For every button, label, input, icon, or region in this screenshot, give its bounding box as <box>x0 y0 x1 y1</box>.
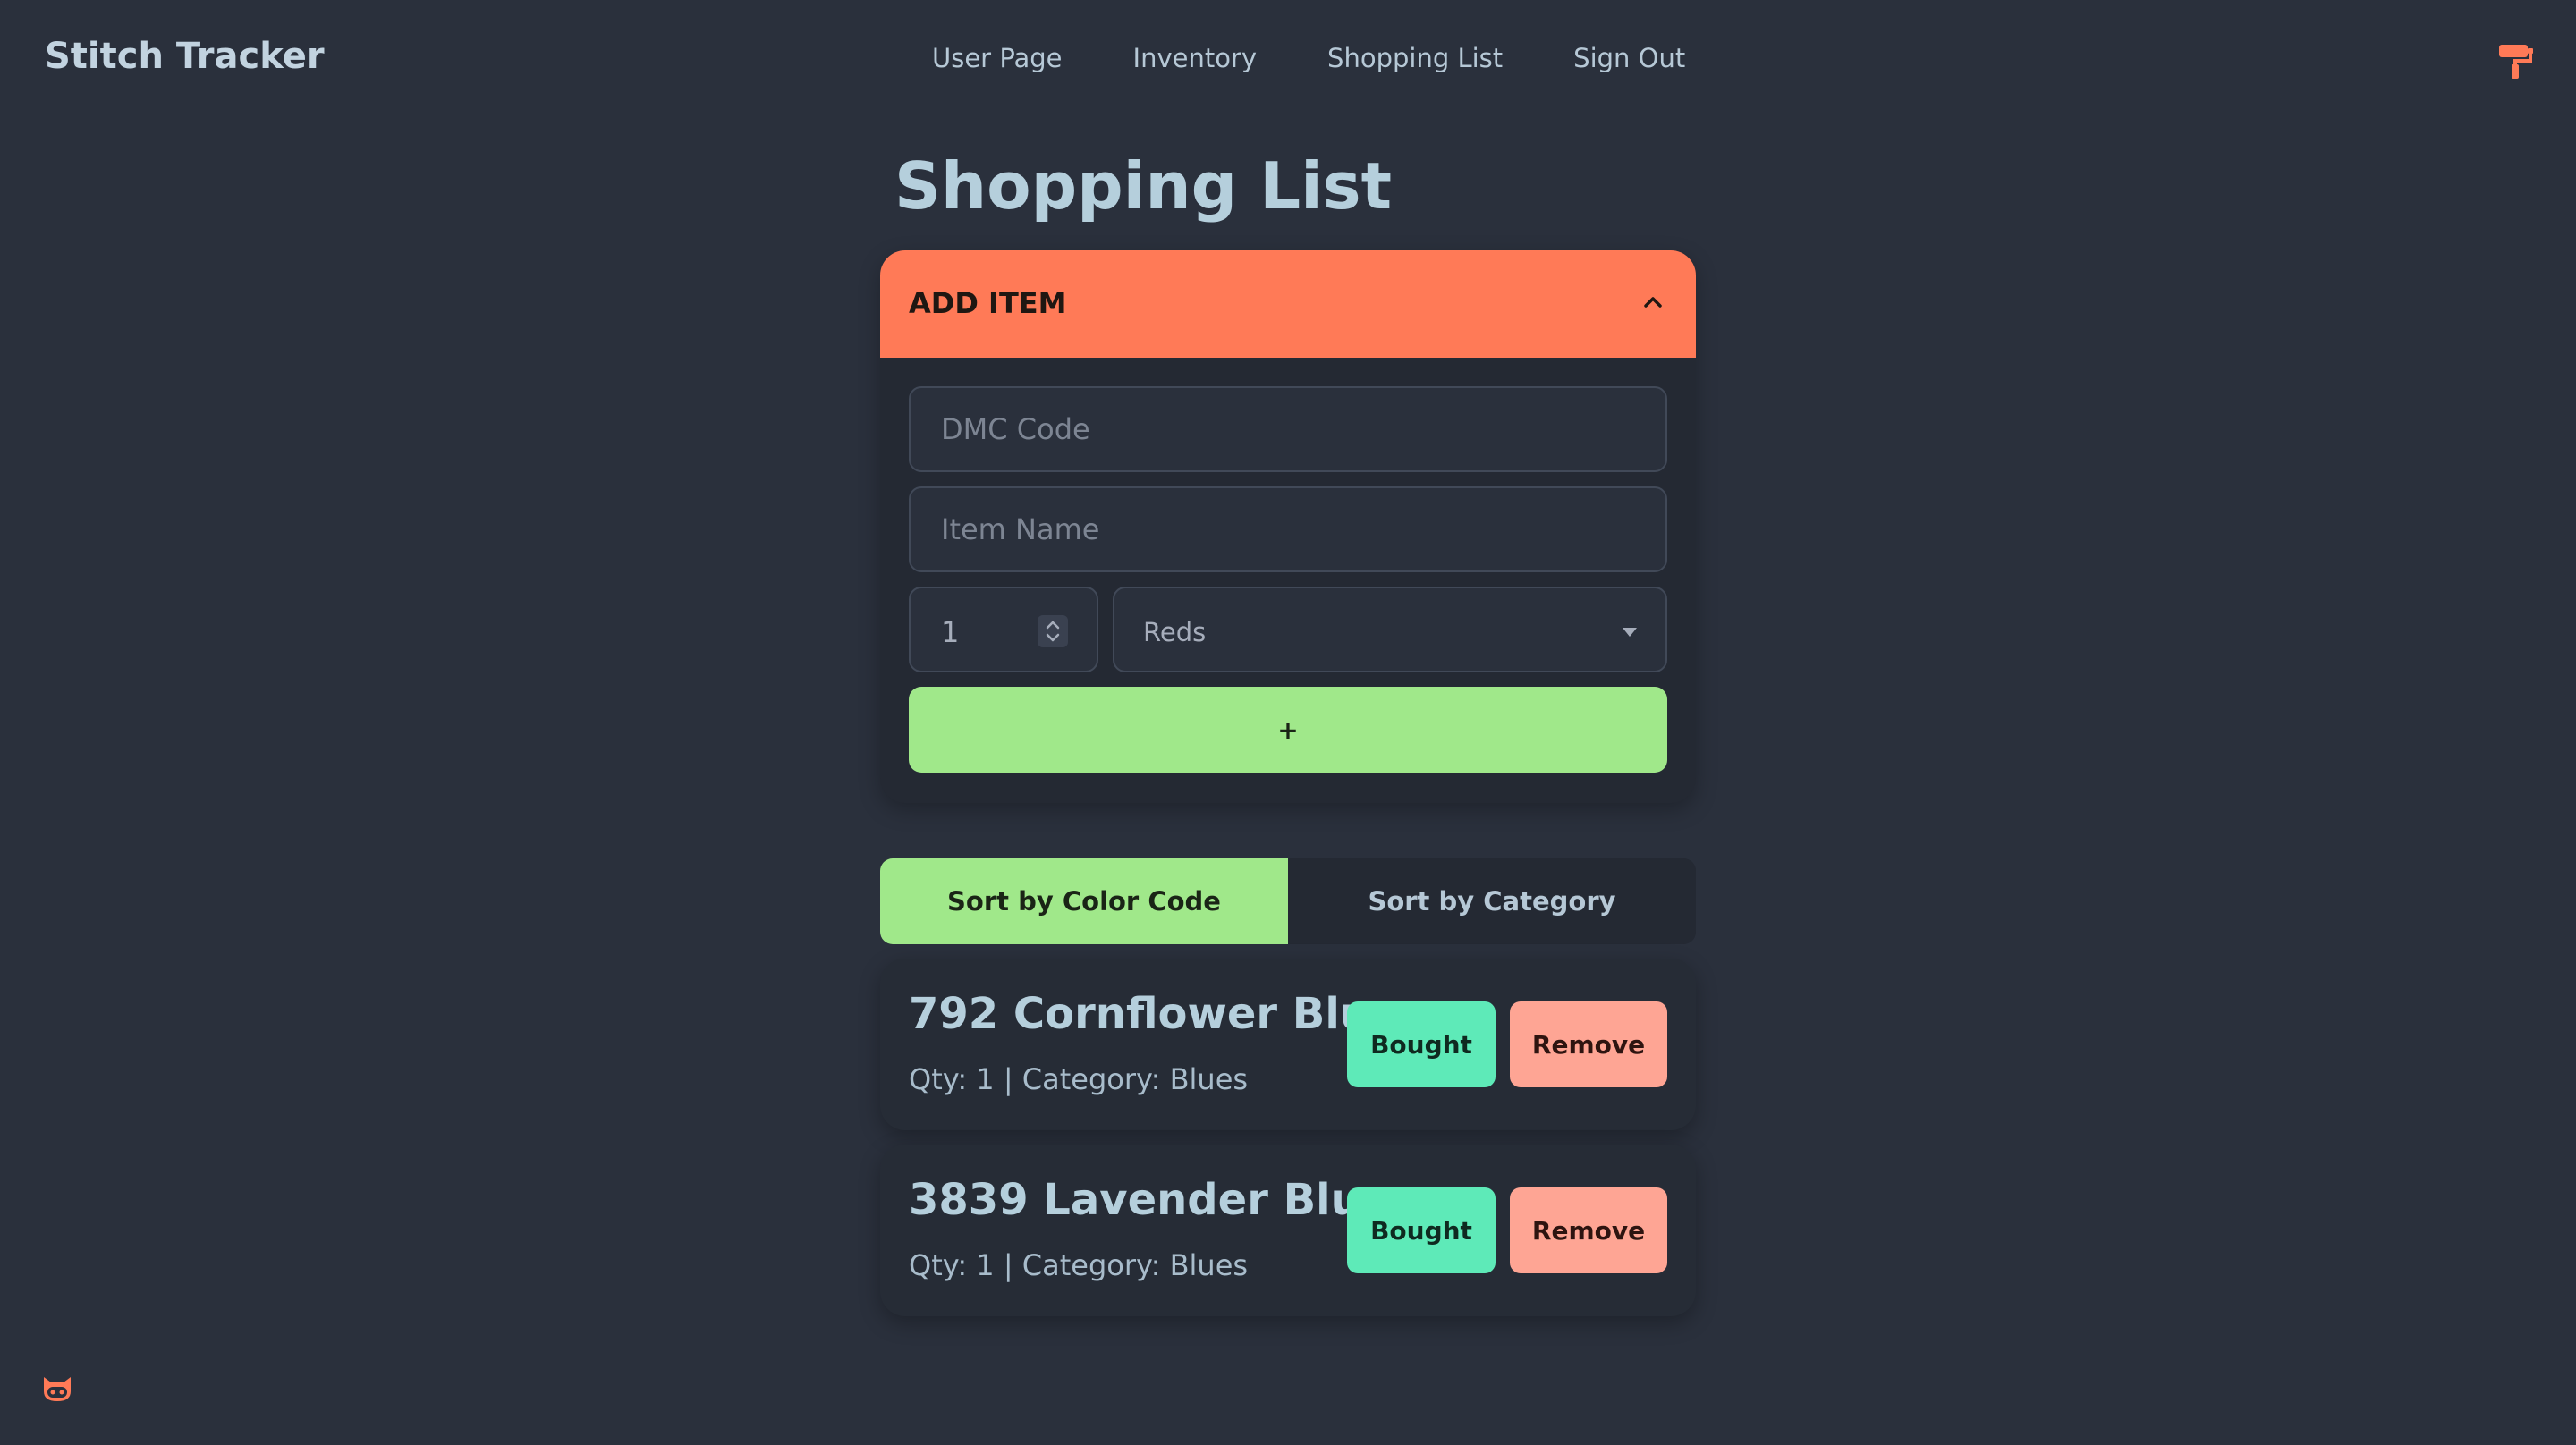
item-title: 3839 Lavender Blue <box>909 1175 1391 1225</box>
bought-button[interactable]: Bought <box>1347 1187 1496 1273</box>
add-item-button[interactable]: + <box>909 687 1667 773</box>
nav-links: User Page Inventory Shopping List Sign O… <box>932 43 1685 73</box>
item-title: 792 Cornflower Blue <box>909 989 1400 1039</box>
paint-roller-icon[interactable] <box>2497 41 2537 80</box>
sort-by-color-code-button[interactable]: Sort by Color Code <box>880 858 1288 944</box>
chevron-up-icon <box>1644 297 1662 308</box>
item-name-input[interactable] <box>909 486 1667 572</box>
page-title: Shopping List <box>894 148 1393 224</box>
bought-button[interactable]: Bought <box>1347 1001 1496 1087</box>
category-selected-value: Reds <box>1143 617 1207 647</box>
quantity-input[interactable]: 1 <box>909 587 1098 672</box>
add-item-panel: ADD ITEM 1 Reds + <box>880 250 1696 803</box>
sort-toggle-group: Sort by Color Code Sort by Category <box>880 858 1696 944</box>
item-meta: Qty: 1 | Category: Blues <box>909 1248 1249 1282</box>
nav-link-inventory[interactable]: Inventory <box>1133 43 1258 73</box>
quantity-value: 1 <box>941 615 960 649</box>
category-select[interactable]: Reds <box>1113 587 1667 672</box>
remove-button[interactable]: Remove <box>1510 1187 1667 1273</box>
brand-title[interactable]: Stitch Tracker <box>45 36 325 77</box>
sort-by-category-button[interactable]: Sort by Category <box>1288 858 1696 944</box>
nav-link-shopping-list[interactable]: Shopping List <box>1327 43 1503 73</box>
dmc-code-input[interactable] <box>909 386 1667 472</box>
quantity-stepper-icon[interactable] <box>1038 615 1068 647</box>
shopping-list-item: 792 Cornflower Blue Qty: 1 | Category: B… <box>880 959 1696 1130</box>
item-meta: Qty: 1 | Category: Blues <box>909 1062 1249 1096</box>
caret-down-icon <box>1623 628 1637 637</box>
remove-button[interactable]: Remove <box>1510 1001 1667 1087</box>
github-icon[interactable] <box>39 1372 75 1407</box>
add-item-toggle[interactable]: ADD ITEM <box>880 250 1696 358</box>
navbar: Stitch Tracker User Page Inventory Shopp… <box>0 0 2576 122</box>
add-item-header-label: ADD ITEM <box>909 286 1067 320</box>
shopping-list-item: 3839 Lavender Blue Qty: 1 | Category: Bl… <box>880 1145 1696 1316</box>
nav-link-sign-out[interactable]: Sign Out <box>1573 43 1685 73</box>
nav-link-user-page[interactable]: User Page <box>932 43 1063 73</box>
